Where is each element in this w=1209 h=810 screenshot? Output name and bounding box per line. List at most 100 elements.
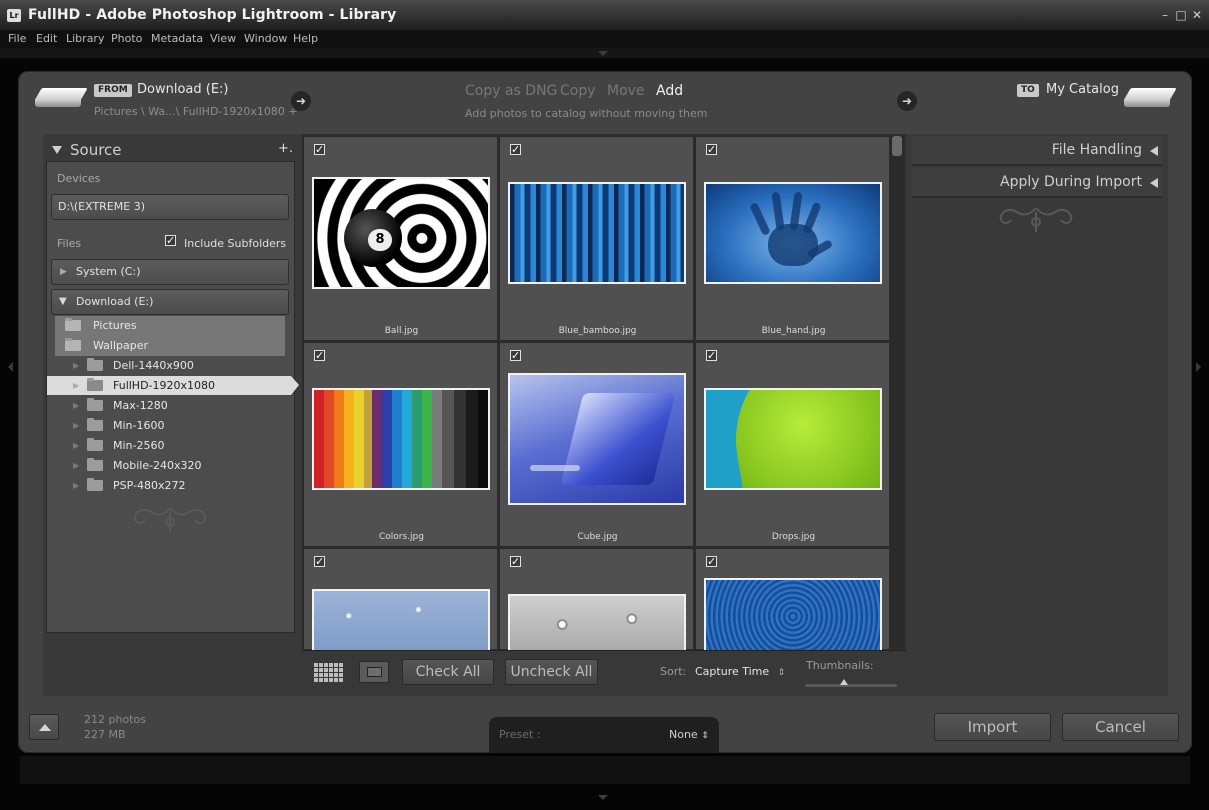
right-panel-toggle-icon[interactable] bbox=[1196, 362, 1201, 372]
folder-fullhd[interactable]: ▶ FullHD-1920x1080 bbox=[55, 376, 295, 395]
expand-icon[interactable]: ▶ bbox=[73, 476, 79, 495]
folder-dell[interactable]: ▶ Dell-1440x900 bbox=[55, 356, 295, 375]
destination-disk-icon bbox=[1123, 88, 1177, 108]
menu-metadata[interactable]: Metadata bbox=[151, 32, 203, 45]
drive-system[interactable]: ▶ System (C:) bbox=[51, 259, 289, 285]
photo-cell-7[interactable]: ✓ bbox=[303, 548, 498, 653]
include-subfolders-label[interactable]: Include Subfolders bbox=[184, 237, 286, 250]
folder-psp[interactable]: ▶ PSP-480x272 bbox=[55, 476, 295, 495]
menu-view[interactable]: View bbox=[210, 32, 236, 45]
uncheck-all-button[interactable]: Uncheck All bbox=[505, 659, 598, 685]
photo-thumbnail[interactable] bbox=[312, 388, 490, 490]
photo-thumbnail[interactable] bbox=[508, 594, 686, 653]
photo-checkbox[interactable]: ✓ bbox=[510, 350, 521, 361]
expand-icon[interactable]: ▶ bbox=[73, 456, 79, 475]
photo-cell-8[interactable]: ✓ bbox=[499, 548, 694, 653]
menu-window[interactable]: Window bbox=[244, 32, 287, 45]
expand-icon[interactable]: ▶ bbox=[73, 436, 79, 455]
folder-max-1280[interactable]: ▶ Max-1280 bbox=[55, 396, 295, 415]
photo-checkbox[interactable]: ✓ bbox=[314, 556, 325, 567]
photo-filename: Colors.jpg bbox=[379, 532, 424, 542]
menu-photo[interactable]: Photo bbox=[111, 32, 142, 45]
expand-section-icon[interactable] bbox=[1150, 146, 1158, 156]
photo-cell-blue-hand[interactable]: ✓ Blue_hand.jpg bbox=[695, 136, 890, 341]
mode-description: Add photos to catalog without moving the… bbox=[465, 107, 708, 120]
apply-during-import-section[interactable]: Apply During Import bbox=[912, 168, 1162, 198]
to-destination[interactable]: My Catalog bbox=[1046, 82, 1119, 97]
loupe-view-button[interactable] bbox=[359, 661, 389, 683]
top-panel-toggle-icon[interactable] bbox=[598, 51, 608, 56]
window-title: FullHD - Adobe Photoshop Lightroom - Lib… bbox=[28, 7, 397, 23]
grid-scrollbar[interactable] bbox=[890, 136, 904, 648]
expand-icon[interactable]: ▶ bbox=[73, 356, 79, 375]
photo-thumbnail[interactable] bbox=[704, 388, 882, 490]
folder-mobile[interactable]: ▶ Mobile-240x320 bbox=[55, 456, 295, 475]
drive-download[interactable]: ▼ Download (E:) bbox=[51, 289, 289, 315]
mode-copy-as-dng[interactable]: Copy as DNG bbox=[465, 83, 557, 99]
file-handling-section[interactable]: File Handling bbox=[912, 136, 1162, 166]
photo-cell-blue-bamboo[interactable]: ✓ Blue_bamboo.jpg bbox=[499, 136, 694, 341]
to-arrow-icon[interactable]: ➜ bbox=[897, 91, 917, 111]
photo-checkbox[interactable]: ✓ bbox=[314, 144, 325, 155]
thumbnail-size-slider-knob[interactable] bbox=[839, 679, 848, 685]
maximize-icon[interactable]: □ bbox=[1174, 8, 1188, 22]
collapse-icon[interactable]: ▼ bbox=[59, 290, 67, 314]
device-item[interactable]: D:\(EXTREME 3) bbox=[51, 194, 289, 220]
folder-pictures[interactable]: Pictures bbox=[55, 316, 295, 335]
mode-move[interactable]: Move bbox=[607, 83, 645, 99]
from-source[interactable]: Download (E:) bbox=[137, 82, 229, 97]
mode-add[interactable]: Add bbox=[656, 83, 683, 99]
folder-min-1600[interactable]: ▶ Min-1600 bbox=[55, 416, 295, 435]
include-subfolders-checkbox[interactable]: ✓ bbox=[165, 235, 176, 246]
drive-system-label: System (C:) bbox=[76, 265, 141, 278]
menu-edit[interactable]: Edit bbox=[36, 32, 57, 45]
photo-checkbox[interactable]: ✓ bbox=[510, 556, 521, 567]
photo-checkbox[interactable]: ✓ bbox=[706, 556, 717, 567]
from-arrow-icon[interactable]: ➜ bbox=[291, 91, 311, 111]
thumbnail-size-slider[interactable] bbox=[805, 679, 897, 687]
photo-cell-9[interactable]: ✓ bbox=[695, 548, 890, 653]
photo-cell-ball[interactable]: ✓ 8 Ball.jpg bbox=[303, 136, 498, 341]
photo-cell-drops[interactable]: ✓ Drops.jpg bbox=[695, 342, 890, 547]
folder-min-2560[interactable]: ▶ Min-2560 bbox=[55, 436, 295, 455]
cancel-button[interactable]: Cancel bbox=[1062, 713, 1179, 741]
grid-view-icon[interactable] bbox=[314, 663, 344, 683]
sort-select[interactable]: Capture Time ⇕ bbox=[695, 665, 785, 678]
expand-icon[interactable]: ▶ bbox=[60, 260, 67, 284]
photo-checkbox[interactable]: ✓ bbox=[706, 144, 717, 155]
photo-thumbnail[interactable] bbox=[508, 373, 686, 505]
import-button[interactable]: Import bbox=[934, 713, 1051, 741]
folder-icon bbox=[87, 358, 103, 371]
add-source-icon[interactable]: +. bbox=[278, 141, 293, 156]
expand-icon[interactable]: ▶ bbox=[73, 416, 79, 435]
menu-help[interactable]: Help bbox=[293, 32, 318, 45]
photo-cell-cube[interactable]: ✓ Cube.jpg bbox=[499, 342, 694, 547]
collapse-dialog-button[interactable] bbox=[29, 714, 59, 740]
check-all-button[interactable]: Check All bbox=[402, 659, 494, 685]
left-panel-toggle-icon[interactable] bbox=[8, 362, 13, 372]
apply-during-import-title: Apply During Import bbox=[1000, 174, 1142, 190]
mode-copy[interactable]: Copy bbox=[560, 83, 596, 99]
preset-select[interactable]: None ⇕ bbox=[669, 728, 709, 741]
menu-library[interactable]: Library bbox=[66, 32, 104, 45]
photo-thumbnail[interactable]: 8 bbox=[312, 177, 490, 289]
folder-wallpaper[interactable]: Wallpaper bbox=[55, 336, 295, 355]
grid-scrollbar-thumb[interactable] bbox=[892, 136, 902, 156]
close-icon[interactable]: ✕ bbox=[1190, 8, 1204, 22]
photo-thumbnail[interactable] bbox=[704, 578, 882, 653]
expand-icon[interactable]: ▶ bbox=[73, 376, 79, 395]
from-path[interactable]: Pictures \ Wa...\ FullHD-1920x1080 + bbox=[94, 105, 298, 118]
photo-cell-colors[interactable]: ✓ Colors.jpg bbox=[303, 342, 498, 547]
photo-thumbnail[interactable] bbox=[508, 182, 686, 284]
photo-checkbox[interactable]: ✓ bbox=[314, 350, 325, 361]
photo-checkbox[interactable]: ✓ bbox=[706, 350, 717, 361]
minimize-icon[interactable]: – bbox=[1158, 8, 1172, 22]
expand-section-icon[interactable] bbox=[1150, 178, 1158, 188]
photo-thumbnail[interactable] bbox=[704, 182, 882, 284]
source-collapse-icon[interactable] bbox=[52, 146, 62, 154]
photo-checkbox[interactable]: ✓ bbox=[510, 144, 521, 155]
expand-icon[interactable]: ▶ bbox=[73, 396, 79, 415]
bottom-panel-toggle-icon[interactable] bbox=[598, 795, 608, 800]
photo-thumbnail[interactable] bbox=[312, 589, 490, 653]
menu-file[interactable]: File bbox=[8, 32, 26, 45]
